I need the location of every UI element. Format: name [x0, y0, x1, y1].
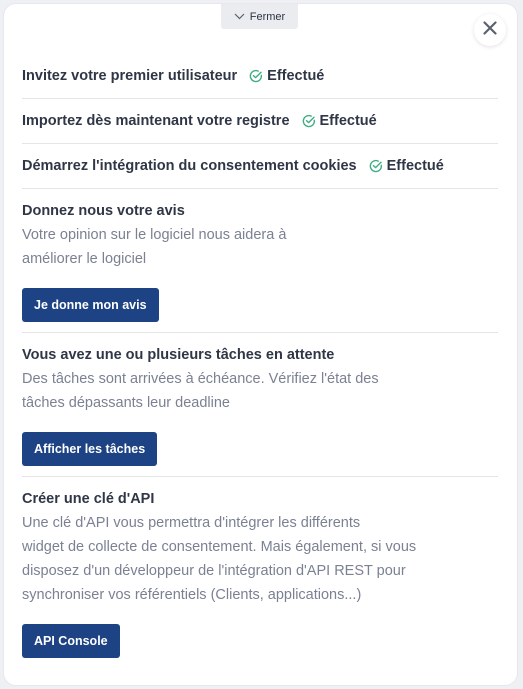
step-import-register: Importez dès maintenant votre registre E…	[22, 99, 498, 144]
show-tasks-button[interactable]: Afficher les tâches	[22, 432, 158, 466]
api-key-section: Créer une clé d'API Une clé d'API vous p…	[22, 477, 498, 668]
status-badge: Effectué	[369, 158, 444, 174]
collapse-tab[interactable]: Fermer	[221, 4, 298, 29]
section-title: Vous avez une ou plusieurs tâches en att…	[22, 347, 335, 363]
feedback-section: Donnez nous votre avis Votre opinion sur…	[22, 189, 498, 333]
section-title: Créer une clé d'API	[22, 491, 155, 507]
check-circle-icon	[302, 114, 316, 128]
section-description: Votre opinion sur le logiciel nous aider…	[22, 227, 287, 267]
status-text: Effectué	[267, 68, 325, 84]
section-description: Des tâches sont arrivées à échéance. Vér…	[22, 371, 379, 411]
step-invite-user: Invitez votre premier utilisateur Effect…	[22, 54, 498, 99]
status-badge: Effectué	[249, 68, 324, 84]
section-title: Donnez nous votre avis	[22, 203, 185, 219]
close-icon	[483, 20, 497, 40]
chevron-down-icon	[234, 13, 245, 20]
section-description: Une clé d'API vous permettra d'intégrer …	[22, 515, 417, 603]
give-feedback-button[interactable]: Je donne mon avis	[22, 288, 159, 322]
close-button[interactable]	[474, 14, 506, 46]
check-circle-icon	[249, 69, 263, 83]
pending-tasks-section: Vous avez une ou plusieurs tâches en att…	[22, 333, 498, 477]
status-text: Effectué	[386, 158, 444, 174]
step-label: Invitez votre premier utilisateur	[22, 68, 238, 84]
check-circle-icon	[369, 159, 383, 173]
step-label: Importez dès maintenant votre registre	[22, 113, 290, 129]
collapse-label: Fermer	[249, 10, 286, 23]
status-badge: Effectué	[302, 113, 377, 129]
api-console-button[interactable]: API Console	[22, 624, 120, 658]
step-label: Démarrez l'intégration du consentement c…	[22, 158, 357, 174]
onboarding-content: Invitez votre premier utilisateur Effect…	[22, 54, 498, 668]
step-cookie-consent: Démarrez l'intégration du consentement c…	[22, 144, 498, 189]
status-text: Effectué	[319, 113, 377, 129]
